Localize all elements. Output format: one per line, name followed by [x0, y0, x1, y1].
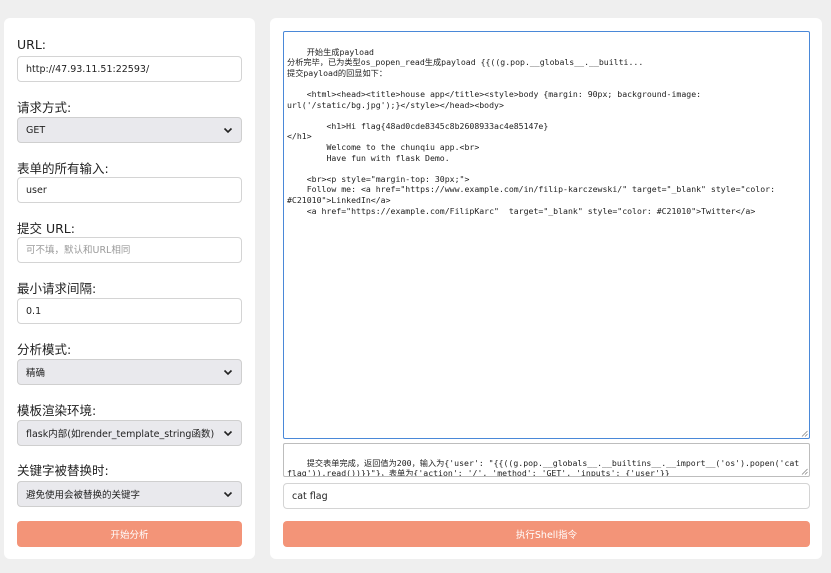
submit-url-input[interactable]: [17, 237, 242, 263]
keyword-replace-label: 关键字被替换时:: [17, 463, 109, 478]
analysis-form-panel: URL: 请求方式: GET 表单的所有输入: 提交 URL: 最小请求间隔: …: [4, 18, 255, 559]
console-panel: 开始生成payload 分析完毕，已为类型os_popen_read生成payl…: [270, 18, 822, 559]
analysis-mode-value: 精确: [26, 368, 46, 379]
method-select-value: GET: [26, 124, 46, 136]
url-input[interactable]: [17, 56, 242, 82]
shell-command-input[interactable]: [283, 483, 810, 509]
template-env-label: 模板渲染环境:: [17, 403, 97, 418]
template-env-select[interactable]: flask内部(如render_template_string函数): [17, 420, 242, 446]
chevron-down-icon: [223, 127, 233, 134]
request-interval-input[interactable]: [17, 298, 242, 324]
analysis-mode-select[interactable]: 精确: [17, 359, 242, 385]
submit-result-textarea[interactable]: 提交表单完成，返回值为200，输入为{'user': "{{((g.pop.__…: [283, 443, 810, 477]
start-analysis-button[interactable]: 开始分析: [17, 521, 242, 547]
form-inputs-label: 表单的所有输入:: [17, 161, 109, 176]
form-inputs-input[interactable]: [17, 177, 242, 203]
resize-grip-icon[interactable]: [801, 430, 808, 437]
template-env-value: flask内部(如render_template_string函数): [26, 429, 215, 440]
resize-grip-icon[interactable]: [801, 468, 808, 475]
keyword-replace-select[interactable]: 避免使用会被替换的关键字: [17, 481, 242, 507]
analysis-mode-label: 分析模式:: [17, 342, 72, 357]
payload-output-textarea[interactable]: 开始生成payload 分析完毕，已为类型os_popen_read生成payl…: [283, 31, 810, 439]
method-select[interactable]: GET: [17, 117, 242, 143]
chevron-down-icon: [223, 491, 233, 498]
payload-output-text: 开始生成payload 分析完毕，已为类型os_popen_read生成payl…: [287, 46, 776, 216]
chevron-down-icon: [223, 369, 233, 376]
request-interval-label: 最小请求间隔:: [17, 281, 97, 296]
submit-result-text: 提交表单完成，返回值为200，输入为{'user': "{{((g.pop.__…: [287, 457, 805, 477]
chevron-down-icon: [223, 430, 233, 437]
url-label: URL:: [17, 37, 47, 52]
run-shell-command-button[interactable]: 执行Shell指令: [283, 521, 810, 547]
keyword-replace-value: 避免使用会被替换的关键字: [26, 490, 141, 501]
method-label: 请求方式:: [17, 100, 72, 115]
submit-url-label: 提交 URL:: [17, 221, 75, 236]
